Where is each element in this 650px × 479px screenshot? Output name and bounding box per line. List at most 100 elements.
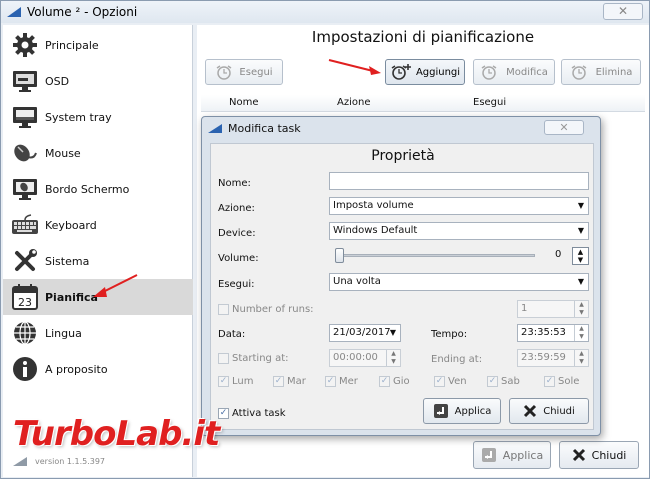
app-volume-icon xyxy=(13,457,27,466)
day-checkbox-sole[interactable]: ✓ Sole xyxy=(544,376,579,387)
run-button[interactable]: Esegui xyxy=(205,59,283,85)
page-title: Impostazioni di pianificazione xyxy=(311,28,535,46)
delete-button[interactable]: Elimina xyxy=(561,59,641,85)
checkmark-icon: ✓ xyxy=(379,376,390,387)
sidebar-item-keyboard[interactable]: Keyboard xyxy=(3,207,193,243)
volume-spin-arrows-icon[interactable]: ▲ ▼ xyxy=(572,247,589,265)
dropdown-arrow-icon: ▼ xyxy=(577,201,584,210)
dialog-close-button[interactable]: ✕ xyxy=(544,120,584,135)
alarm-clock-edit-icon xyxy=(481,65,497,80)
volume-slider-thumb[interactable] xyxy=(335,248,344,263)
dialog-close-action-button[interactable]: Chiudi xyxy=(509,398,589,424)
sidebar-item-principale[interactable]: Principale xyxy=(3,27,193,63)
checkmark-icon: ✓ xyxy=(434,376,445,387)
add-button[interactable]: Aggiungi xyxy=(385,59,465,85)
column-header-action[interactable]: Azione xyxy=(337,97,370,108)
sidebar-item-label: A proposito xyxy=(45,362,108,376)
sidebar-item-label: OSD xyxy=(45,74,70,88)
apply-icon xyxy=(481,448,496,462)
alarm-clock-delete-icon xyxy=(571,65,586,80)
column-header-run[interactable]: Esegui xyxy=(473,97,506,108)
checkmark-icon: ✓ xyxy=(487,376,498,387)
close-button[interactable]: Chiudi xyxy=(559,441,639,469)
active-task-checkbox[interactable]: ✓ Attiva task xyxy=(218,408,286,419)
tools-icon xyxy=(11,247,39,275)
device-label: Device: xyxy=(218,228,256,239)
spin-arrows-icon: ▲ ▼ xyxy=(386,350,400,366)
starting-at-checkbox[interactable]: Starting at: xyxy=(218,353,289,364)
day-checkbox-mer[interactable]: ✓ Mer xyxy=(325,376,358,387)
date-picker[interactable]: 21/03/2017 ▼ xyxy=(329,324,401,342)
apply-button[interactable]: Applica xyxy=(473,441,551,469)
gear-icon xyxy=(11,31,39,59)
sidebar-item-lingua[interactable]: Lingua xyxy=(3,315,193,351)
sidebar-item-label: Lingua xyxy=(45,326,82,340)
window-title: Volume ² - Opzioni xyxy=(27,5,138,19)
day-label: Mar xyxy=(287,376,306,387)
dropdown-arrow-icon: ▼ xyxy=(577,277,584,286)
options-window: Volume ² - Opzioni ✕ Principale OSD Syst… xyxy=(0,0,650,479)
day-checkbox-lum[interactable]: ✓ Lum xyxy=(218,376,253,387)
sidebar: Principale OSD System tray Mouse Bordo S… xyxy=(3,25,193,477)
checkmark-icon: ✓ xyxy=(218,376,229,387)
dialog-heading: Proprietà xyxy=(371,148,435,164)
dialog-title: Modifica task xyxy=(228,122,301,135)
action-value: Imposta volume xyxy=(333,200,414,211)
date-value: 21/03/2017 xyxy=(333,327,391,338)
spin-arrows-icon: ▲ ▼ xyxy=(574,301,588,317)
day-checkbox-mar[interactable]: ✓ Mar xyxy=(273,376,306,387)
volume-label: Volume: xyxy=(218,253,259,264)
monitor-icon xyxy=(11,67,39,95)
version-label: version 1.1.5.397 xyxy=(13,457,105,466)
turbolab-watermark: TurboLab.it xyxy=(13,414,220,454)
run-select[interactable]: Una volta ▼ xyxy=(329,273,589,291)
edit-button-label: Modifica xyxy=(506,66,548,78)
sidebar-item-a-proposito[interactable]: A proposito xyxy=(3,351,193,387)
edit-task-dialog: Modifica task ✕ Proprietà Nome: Azione: … xyxy=(201,116,601,436)
close-x-icon xyxy=(524,404,537,418)
starting-at-input[interactable]: 00:00:00 ▲ ▼ xyxy=(329,349,401,367)
sidebar-item-label: System tray xyxy=(45,110,112,124)
day-checkbox-gio[interactable]: ✓ Gio xyxy=(379,376,410,387)
number-of-runs-checkbox[interactable]: Number of runs: xyxy=(218,304,314,315)
number-of-runs-input[interactable]: 1 ▲ ▼ xyxy=(517,300,589,318)
sidebar-item-bordo-schermo[interactable]: Bordo Schermo xyxy=(3,171,193,207)
ending-at-input[interactable]: 23:59:59 ▲ ▼ xyxy=(517,349,589,367)
spin-arrows-icon: ▲ ▼ xyxy=(574,350,588,366)
day-label: Lum xyxy=(232,376,254,387)
volume-value: 0 xyxy=(555,249,562,260)
info-icon xyxy=(11,355,39,383)
starting-at-value: 00:00:00 xyxy=(333,352,378,363)
edit-button[interactable]: Modifica xyxy=(473,59,555,85)
run-label: Esegui: xyxy=(218,279,255,290)
name-input[interactable] xyxy=(329,172,589,190)
column-header-name[interactable]: Nome xyxy=(229,97,259,108)
mouse-icon xyxy=(11,139,39,167)
close-x-icon xyxy=(572,448,585,462)
day-checkbox-ven[interactable]: ✓ Ven xyxy=(434,376,467,387)
dialog-title-bar: Modifica task xyxy=(208,122,301,135)
dialog-apply-button[interactable]: Applica xyxy=(423,398,501,424)
sidebar-item-label: Mouse xyxy=(45,146,81,160)
sidebar-item-mouse[interactable]: Mouse xyxy=(3,135,193,171)
window-close-button[interactable]: ✕ xyxy=(603,3,643,20)
sidebar-item-label: Principale xyxy=(45,38,99,52)
time-input[interactable]: 23:35:53 ▲ ▼ xyxy=(517,324,589,342)
sidebar-item-system-tray[interactable]: System tray xyxy=(3,99,193,135)
volume-slider-track[interactable] xyxy=(335,254,535,257)
device-value: Windows Default xyxy=(333,225,418,236)
calendar-icon: 23 xyxy=(11,283,39,311)
sidebar-item-osd[interactable]: OSD xyxy=(3,63,193,99)
ending-at-label: Ending at: xyxy=(431,354,483,365)
day-checkbox-sab[interactable]: ✓ Sab xyxy=(487,376,520,387)
keyboard-icon xyxy=(11,211,39,239)
dropdown-arrow-icon: ▼ xyxy=(577,226,584,235)
tray-icon xyxy=(11,103,39,131)
alarm-clock-add-icon xyxy=(391,64,411,80)
device-select[interactable]: Windows Default ▼ xyxy=(329,222,589,240)
action-select[interactable]: Imposta volume ▼ xyxy=(329,197,589,215)
screen-edge-icon xyxy=(11,175,39,203)
checkmark-icon: ✓ xyxy=(544,376,555,387)
close-button-label: Chiudi xyxy=(591,448,627,462)
spin-arrows-icon: ▲ ▼ xyxy=(574,325,588,341)
